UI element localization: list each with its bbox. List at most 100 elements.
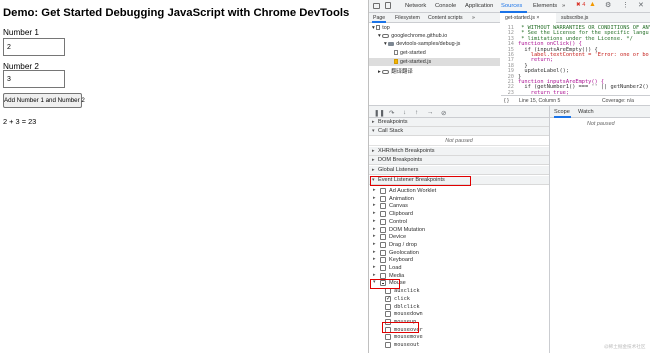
devtools-top-toolbar: Network Console Application Sources Elem… <box>369 0 650 13</box>
number1-input[interactable] <box>3 38 65 56</box>
tree-item-origin[interactable]: ▾ googlechrome.github.io <box>378 33 447 39</box>
warning-icon[interactable]: ▲ <box>589 1 596 8</box>
more-tabs-button[interactable]: » <box>562 3 565 9</box>
inspect-element-icon[interactable] <box>373 3 380 9</box>
checkbox[interactable] <box>380 203 386 210</box>
checkbox[interactable] <box>385 334 391 341</box>
editor-tab-get-started-js[interactable]: get-started.js × <box>505 15 539 21</box>
event-label: Ad Auction Worklet <box>389 188 437 194</box>
event-label: Clipboard <box>389 211 413 218</box>
cloud-icon <box>382 70 390 74</box>
editor-tab-subscribe-js[interactable]: subscribe.js <box>561 15 588 21</box>
section-global-listeners[interactable]: ▸ Global Listeners <box>369 166 549 175</box>
tab-scope[interactable]: Scope <box>554 109 570 115</box>
checkbox[interactable] <box>380 265 386 271</box>
collapsed-arrow-icon[interactable]: ▸ <box>373 188 375 193</box>
checkbox[interactable] <box>380 241 386 248</box>
checkbox[interactable] <box>380 234 386 241</box>
checkbox[interactable] <box>385 342 391 348</box>
deactivate-breakpoints-icon[interactable]: ⊘ <box>441 109 446 117</box>
tab-watch[interactable]: Watch <box>578 109 594 115</box>
mouse-event-item[interactable]: mouseout <box>369 341 549 349</box>
navigator-active-indicator <box>372 21 386 23</box>
error-badge[interactable]: ✖ 4 <box>576 2 585 8</box>
coverage-status: Coverage: n/a <box>602 98 634 104</box>
tab-elements[interactable]: Elements <box>533 3 557 9</box>
call-stack-not-paused: Not paused <box>369 136 549 146</box>
number2-input[interactable] <box>3 70 65 88</box>
pause-icon[interactable]: ❚❚ <box>374 109 385 117</box>
format-braces-icon[interactable]: { } <box>504 98 509 104</box>
number1-label: Number 1 <box>3 28 39 37</box>
event-label: Media <box>389 272 405 279</box>
collapsed-arrow-icon[interactable]: ▸ <box>373 234 375 239</box>
tree-item-js-file[interactable]: get-started.js <box>394 59 431 65</box>
code-editor[interactable]: 11 * WITHOUT WARRANTIES OR CONDITIONS OF… <box>501 23 650 95</box>
collapsed-arrow-icon: ▸ <box>372 148 375 154</box>
checkbox[interactable] <box>380 226 386 233</box>
tree-item-html-file[interactable]: get-started <box>394 50 426 56</box>
section-breakpoints[interactable]: ▸ Breakpoints <box>369 118 549 127</box>
page-title: Demo: Get Started Debugging JavaScript w… <box>3 7 350 19</box>
section-xhr-breakpoints[interactable]: ▸ XHR/fetch Breakpoints <box>369 147 549 156</box>
section-call-stack[interactable]: ▾ Call Stack <box>369 127 549 136</box>
event-label: Animation <box>389 195 414 202</box>
checkbox[interactable] <box>380 257 386 264</box>
checkbox[interactable] <box>380 272 386 279</box>
step-into-icon[interactable]: ↓ <box>403 109 406 116</box>
checkbox[interactable] <box>385 303 391 310</box>
step-over-icon[interactable]: ↷ <box>389 109 394 117</box>
collapsed-arrow-icon[interactable]: ▸ <box>373 265 375 270</box>
settings-gear-icon[interactable]: ⚙ <box>605 1 611 9</box>
step-icon[interactable]: → <box>427 109 433 116</box>
result-label: 2 + 3 = 23 <box>3 117 37 126</box>
checkbox[interactable] <box>385 295 391 302</box>
tree-item-extension[interactable]: ▸ 翻译翻译 <box>378 67 413 75</box>
debugger-divider <box>549 106 550 353</box>
folder-icon <box>388 42 395 46</box>
tab-filesystem[interactable]: Filesystem <box>395 15 420 21</box>
event-label: mouseout <box>394 342 420 348</box>
event-label: click <box>394 295 410 302</box>
checkbox[interactable] <box>380 195 386 202</box>
tree-selection-highlight <box>369 58 500 66</box>
add-numbers-button[interactable]: Add Number 1 and Number 2 <box>3 93 85 108</box>
collapsed-arrow-icon[interactable]: ▸ <box>373 242 375 247</box>
event-label: Load <box>389 265 402 271</box>
more-options-icon[interactable]: ⋮ <box>622 1 629 9</box>
collapsed-arrow-icon[interactable]: ▸ <box>373 203 375 208</box>
collapsed-arrow-icon[interactable]: ▸ <box>373 273 375 278</box>
tab-application[interactable]: Application <box>465 3 493 9</box>
tree-item-folder[interactable]: ▾ devtools-samples/debug-js <box>384 41 460 47</box>
tab-network[interactable]: Network <box>405 3 426 9</box>
collapsed-arrow-icon[interactable]: ▸ <box>373 250 375 255</box>
checkbox[interactable] <box>380 188 386 194</box>
tab-content-scripts[interactable]: Content scripts <box>428 15 463 21</box>
tab-sources[interactable]: Sources <box>501 3 522 9</box>
collapsed-arrow-icon[interactable]: ▸ <box>373 211 375 216</box>
step-out-icon[interactable]: ↑ <box>415 109 418 116</box>
checkbox[interactable] <box>385 311 391 318</box>
js-file-icon <box>394 59 398 64</box>
event-label: Drag / drop <box>389 241 417 248</box>
collapsed-arrow-icon[interactable]: ▸ <box>373 257 375 262</box>
frame-icon <box>376 25 381 30</box>
close-devtools-icon[interactable]: ✕ <box>638 1 644 9</box>
event-label: mousedown <box>394 311 423 318</box>
checkbox[interactable] <box>380 249 386 256</box>
debugger-toolbar: ❚❚ ↷ ↓ ↑ → ⊘ <box>369 106 549 118</box>
device-toolbar-icon[interactable] <box>385 2 391 9</box>
collapsed-arrow-icon[interactable]: ▸ <box>373 219 375 224</box>
checkbox[interactable] <box>380 218 386 225</box>
tree-item-top[interactable]: ▾ top <box>372 25 390 31</box>
collapsed-arrow-icon[interactable]: ▸ <box>373 196 375 201</box>
navigator-more-button[interactable]: » <box>472 15 475 21</box>
event-label: DOM Mutation <box>389 226 426 233</box>
tab-console[interactable]: Console <box>435 3 456 9</box>
checkbox[interactable] <box>380 211 386 218</box>
highlight-event-listener-breakpoints <box>370 176 471 186</box>
collapsed-arrow-icon[interactable]: ▸ <box>373 227 375 232</box>
section-dom-breakpoints[interactable]: ▸ DOM Breakpoints <box>369 156 549 165</box>
scope-active-indicator <box>554 116 571 118</box>
file-icon <box>394 50 398 55</box>
